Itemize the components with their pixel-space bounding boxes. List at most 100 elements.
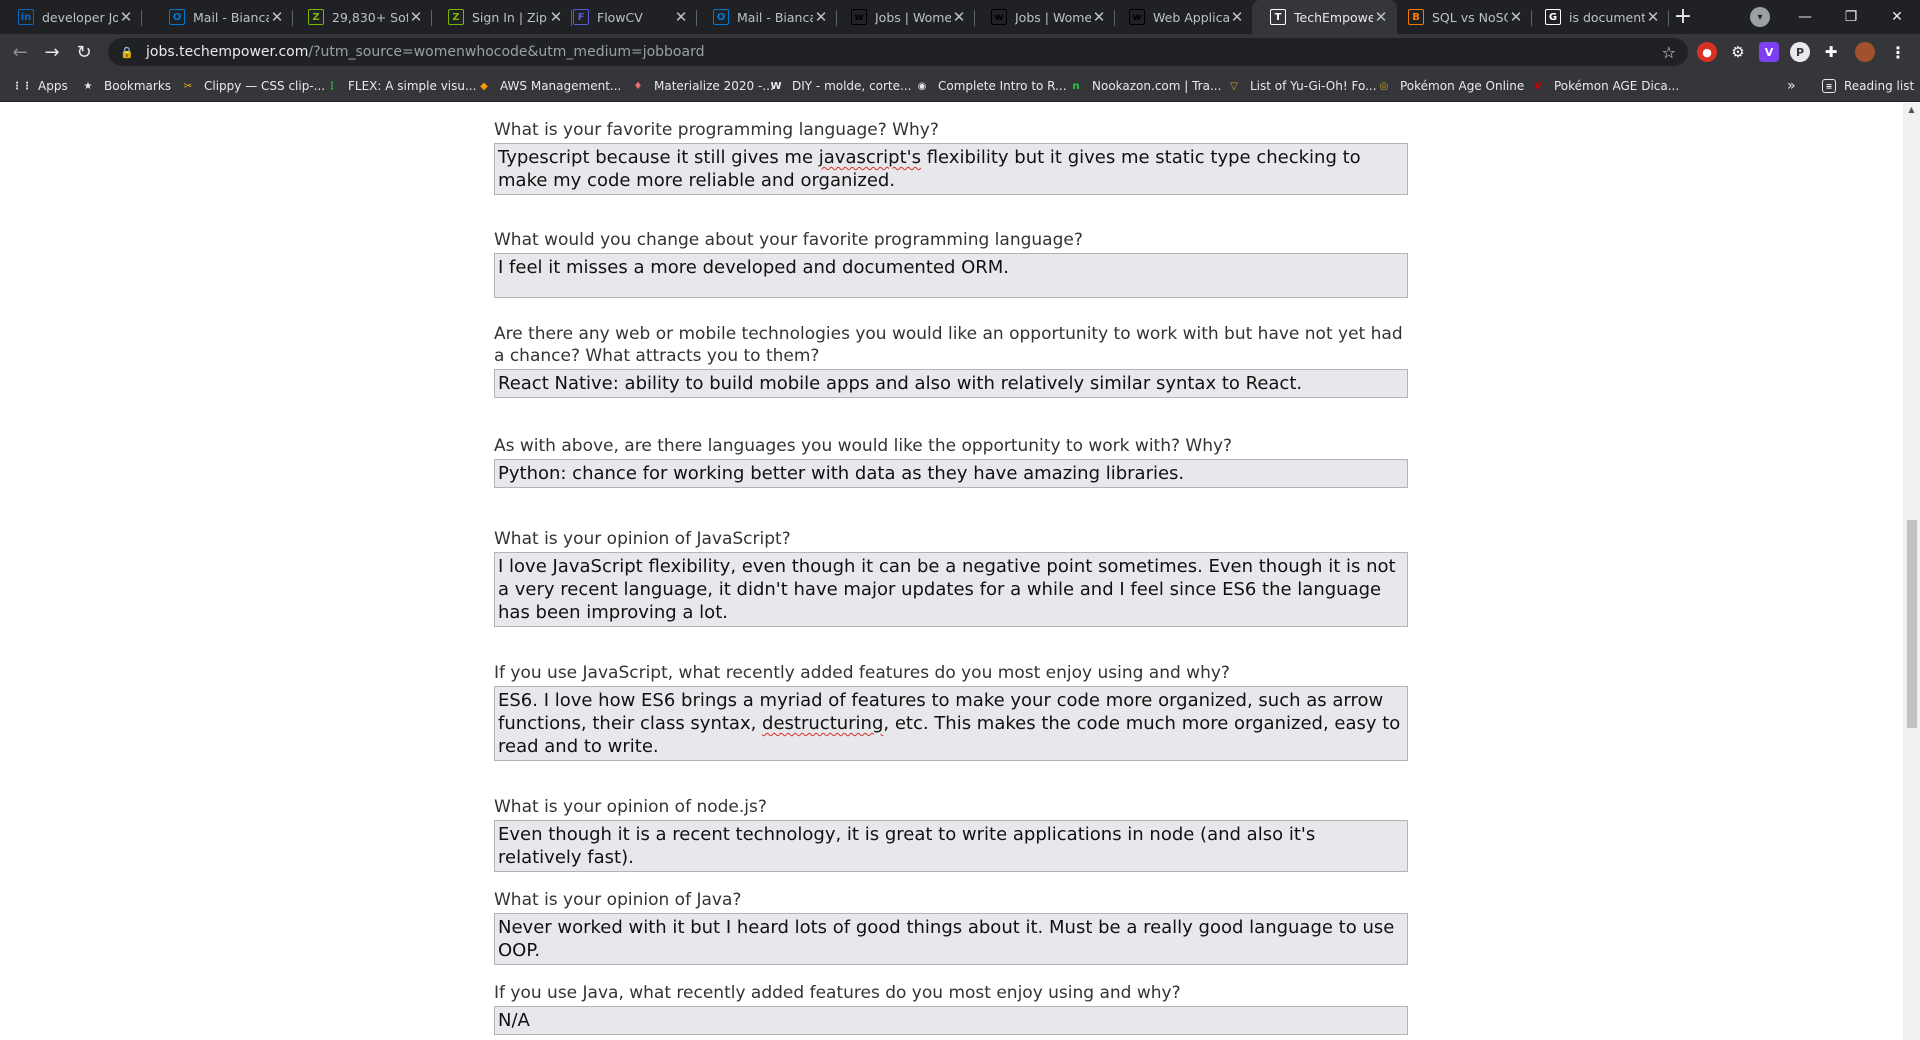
bookmark-label: Pokémon Age Online [1400, 79, 1525, 93]
tab-close-icon[interactable]: ✕ [673, 8, 689, 26]
extensions-puzzle-icon[interactable]: ✚ [1821, 42, 1841, 62]
bookmark-item[interactable]: ⋮ FLEX: A simple visu... [324, 70, 476, 102]
question-label: As with above, are there languages you w… [494, 436, 1233, 456]
tab-favicon-icon: G [1545, 9, 1561, 25]
page-scrollbar[interactable]: ▲ [1903, 103, 1920, 1040]
bookmark-item[interactable]: ▽ List of Yu-Gi-Oh! Fo... [1226, 70, 1377, 102]
question-label: What is your opinion of node.js? [494, 797, 767, 817]
address-host: jobs.techempower.com [146, 44, 309, 60]
back-icon[interactable]: ← [6, 38, 34, 66]
bookmark-item[interactable]: W DIY - molde, corte... [768, 70, 911, 102]
reload-icon[interactable]: ↻ [70, 38, 98, 66]
tab-favicon-icon: B [1408, 9, 1424, 25]
page-viewport: What is your favorite programming langua… [0, 103, 1903, 1040]
browser-tab[interactable]: B SQL vs NoSQL✕ [1390, 0, 1532, 34]
tab-close-icon[interactable]: ✕ [1508, 8, 1524, 26]
tab-title: Web Applicat [1153, 9, 1229, 25]
tab-title: developer Job [42, 9, 118, 25]
answer-textarea[interactable]: N/A [494, 1006, 1408, 1035]
browser-tab[interactable]: ZSign In | ZipRe✕ [430, 0, 572, 34]
question-block: If you use JavaScript, what recently add… [494, 662, 1408, 761]
extension-v-icon[interactable]: V [1759, 42, 1779, 62]
answer-text: Even though it is a recent technology, i… [498, 824, 1316, 868]
more-bookmarks-button[interactable]: » [1787, 70, 1796, 102]
bookmark-item[interactable]: V Pokémon AGE Dica... [1530, 70, 1679, 102]
extension-red-icon[interactable]: ● [1697, 42, 1717, 62]
flex-icon: ⋮ [327, 80, 337, 92]
bookmark-label: Materialize 2020 -... [654, 79, 774, 93]
browser-tab[interactable]: w Jobs | Women✕ [973, 0, 1115, 34]
answer-textarea[interactable]: Never worked with it but I heard lots of… [494, 913, 1408, 965]
answer-textarea[interactable]: I love JavaScript flexibility, even thou… [494, 552, 1408, 627]
tab-favicon-icon: F [573, 9, 589, 25]
bookmark-item[interactable]: ♦ Materialize 2020 -... [630, 70, 774, 102]
address-bar[interactable]: 🔒 jobs.techempower.com/?utm_source=women… [108, 38, 1688, 66]
reading-list-icon: ≡ [1822, 79, 1836, 93]
tab-close-icon[interactable]: ✕ [118, 8, 134, 26]
profile-avatar[interactable] [1855, 42, 1875, 62]
browser-tab[interactable]: F FlowCV ✕ [555, 0, 697, 34]
tab-title: Sign In | ZipRe [472, 9, 548, 25]
apps-grid-icon: ⋮⋮ [12, 80, 32, 92]
tab-close-icon[interactable]: ✕ [1373, 8, 1389, 26]
browser-tab[interactable]: O Mail - Bianca ✕ [151, 0, 293, 34]
answer-textarea[interactable]: Typescript because it still gives me jav… [494, 143, 1408, 195]
tab-close-icon[interactable]: ✕ [813, 8, 829, 26]
tab-close-icon[interactable]: ✕ [269, 8, 285, 26]
forward-icon[interactable]: → [38, 38, 66, 66]
browser-tab[interactable]: O Mail - Bianca ✕ [695, 0, 837, 34]
star-icon: ★ [83, 80, 93, 92]
answer-textarea[interactable]: ES6. I love how ES6 brings a myriad of f… [494, 686, 1408, 761]
tab-close-icon[interactable]: ✕ [1645, 8, 1661, 26]
tab-favicon-icon: T [1270, 9, 1286, 25]
browser-tab[interactable]: Z 29,830+ Softw✕ [290, 0, 432, 34]
bookmark-label: Nookazon.com | Tra... [1092, 79, 1222, 93]
bookmarks-bar: ⋮⋮ Apps ★ Bookmarks ✂ Clippy — CSS clip-... ⋮ F… [0, 70, 1920, 102]
extension-p-icon[interactable]: P [1790, 42, 1810, 62]
bookmark-item[interactable]: ◎ Pokémon Age Online [1376, 70, 1525, 102]
tab-close-icon[interactable]: ✕ [1229, 8, 1245, 26]
bookmark-label: List of Yu-Gi-Oh! Fo... [1250, 79, 1377, 93]
tab-title: 29,830+ Softw [332, 9, 408, 25]
bookmark-label: Complete Intro to R... [938, 79, 1067, 93]
browser-tab[interactable]: w Jobs | Women✕ [833, 0, 975, 34]
minimize-button[interactable]: — [1782, 0, 1828, 34]
tab-close-icon[interactable]: ✕ [1091, 8, 1107, 26]
new-tab-button[interactable]: + [1668, 2, 1698, 32]
answer-textarea[interactable]: Python: chance for working better with d… [494, 459, 1408, 488]
extension-gear-icon[interactable]: ⚙ [1728, 42, 1748, 62]
scrollbar-thumb[interactable] [1907, 520, 1917, 728]
bookmark-item[interactable]: ◆ AWS Management... [476, 70, 621, 102]
question-label: If you use JavaScript, what recently add… [494, 663, 1230, 683]
close-window-button[interactable]: ✕ [1874, 0, 1920, 34]
restore-button[interactable]: ❐ [1828, 0, 1874, 34]
bookmark-item[interactable]: ★ Bookmarks [80, 70, 172, 102]
tab-favicon-icon: in [18, 9, 34, 25]
browser-tab[interactable]: w Web Applicat ✕ [1111, 0, 1253, 34]
tab-title: FlowCV [597, 9, 643, 25]
question-block: What is your opinion of Java? Never worke… [494, 889, 1408, 965]
tab-search-icon[interactable]: ▾ [1750, 7, 1770, 27]
flame-icon: ♦ [633, 80, 643, 92]
bookmark-star-icon[interactable]: ☆ [1662, 43, 1676, 62]
answer-textarea[interactable]: I feel it misses a more developed and do… [494, 253, 1408, 298]
bookmark-item[interactable]: ⋮⋮ Apps [12, 70, 68, 102]
bookmark-item[interactable]: ◉ Complete Intro to R... [914, 70, 1067, 102]
question-label: Are there any web or mobile technologies… [494, 324, 1403, 366]
reading-list-button[interactable]: ≡ Reading list [1822, 70, 1914, 102]
answer-textarea[interactable]: Even though it is a recent technology, i… [494, 820, 1408, 872]
question-block: What is your opinion of JavaScript? I lov… [494, 528, 1408, 627]
browser-tab[interactable]: in developer Job✕ [0, 0, 142, 34]
menu-kebab-icon[interactable]: ⋮ [1888, 42, 1908, 62]
tab-close-icon[interactable]: ✕ [408, 8, 424, 26]
browser-tab[interactable]: T TechEmpower ✕ [1252, 0, 1397, 34]
bookmark-item[interactable]: n Nookazon.com | Tra... [1068, 70, 1221, 102]
bookmark-item[interactable]: ✂ Clippy — CSS clip-... [180, 70, 325, 102]
scroll-up-arrow-icon[interactable]: ▲ [1903, 105, 1920, 117]
tab-strip: indeveloper Job✕OMail - Bianca✕Z29,830+ … [0, 0, 1920, 34]
browser-tab[interactable]: Gis documenta✕ [1527, 0, 1669, 34]
answer-textarea[interactable]: React Native: ability to build mobile ap… [494, 369, 1408, 398]
pokemon-icon: ◎ [1379, 80, 1389, 92]
tab-close-icon[interactable]: ✕ [951, 8, 967, 26]
circle-icon: ◉ [917, 80, 927, 92]
